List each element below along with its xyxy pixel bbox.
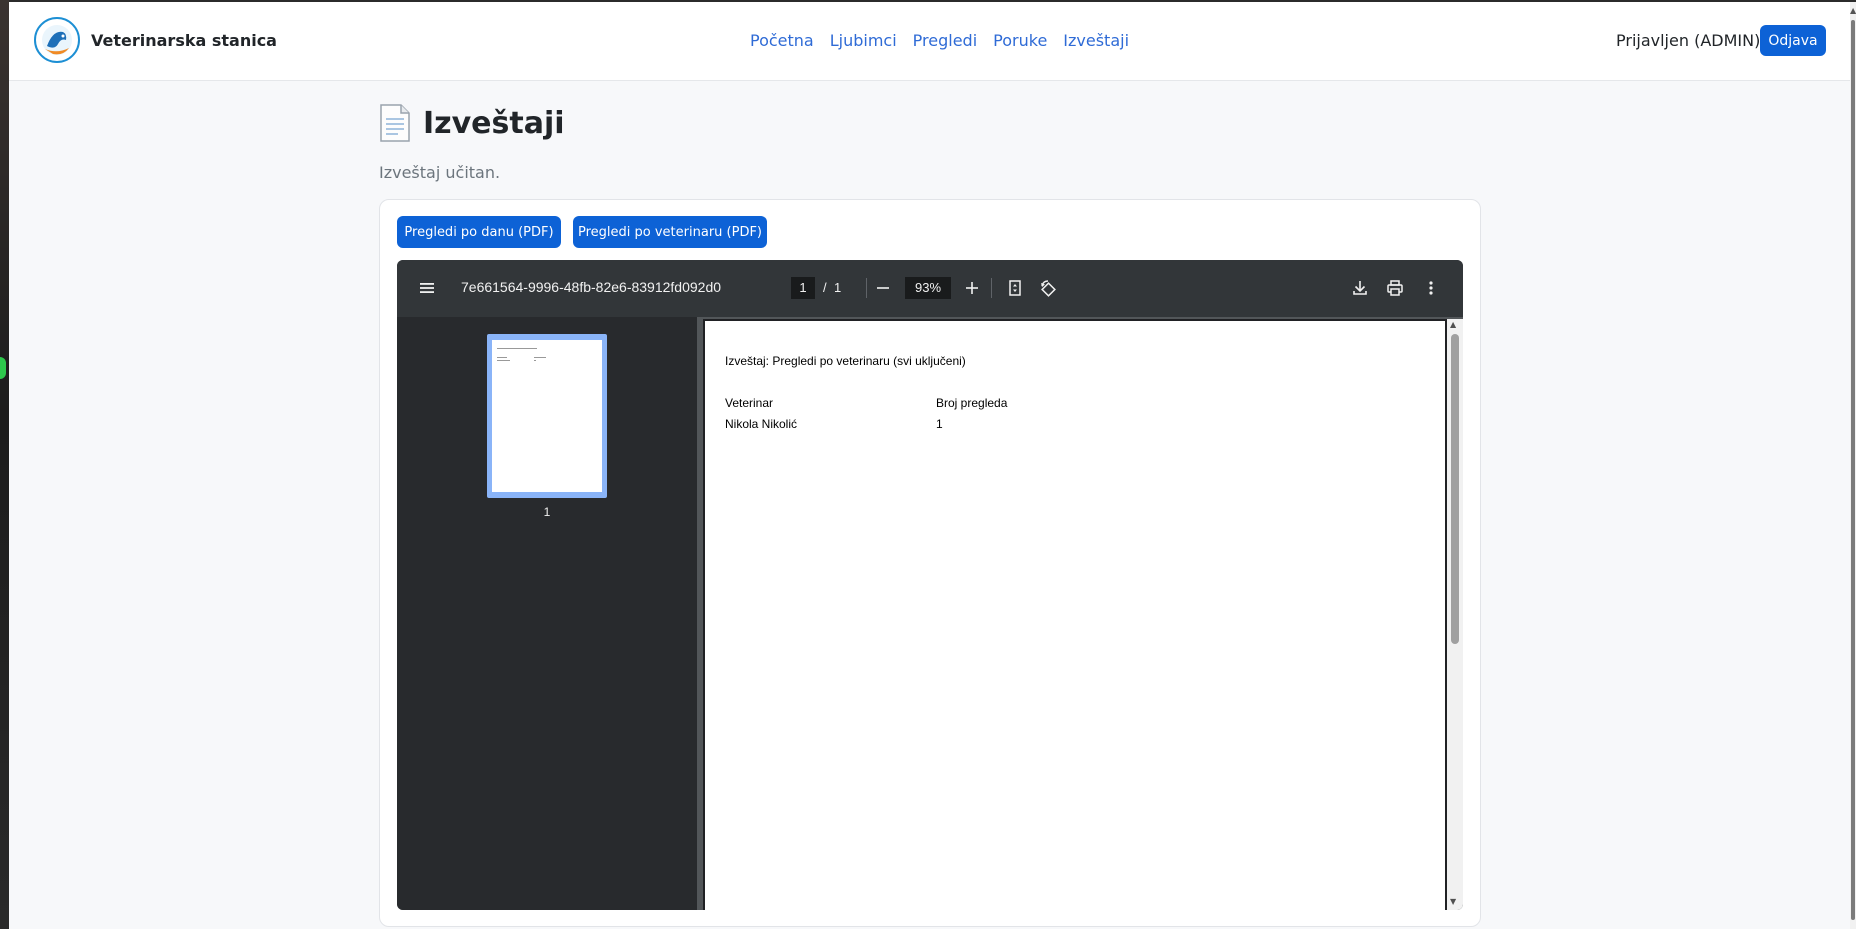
logged-in-user: Prijavljen (ADMIN) [1616,31,1761,50]
scroll-down-arrow-icon[interactable]: ▼ [1450,897,1456,906]
row-exam-count: 1 [936,417,943,431]
rotate-icon[interactable] [1038,278,1058,298]
zoom-level[interactable]: 93% [905,277,951,299]
page-title: Izveštaji [423,105,565,141]
report-title: Izveštaj: Pregledi po veterinaru (svi uk… [725,354,966,368]
toolbar-divider [991,278,992,298]
scroll-up-icon[interactable]: ▲ [1850,6,1856,15]
thumbnail-preview [497,348,546,361]
report-by-vet-button[interactable]: Pregledi po veterinaru (PDF) [573,216,767,248]
more-icon[interactable] [1421,278,1441,298]
report-card: Pregledi po danu (PDF) Pregledi po veter… [379,199,1481,927]
brand[interactable]: Veterinarska stanica [33,16,277,64]
download-icon[interactable] [1350,278,1370,298]
logout-button[interactable]: Odjava [1760,25,1826,56]
nav-link-messages[interactable]: Poruke [993,31,1047,50]
desktop-indicator [0,357,6,379]
document-name: 7e661564-9996-48fb-82e6-83912fd092d0 [461,279,722,295]
brand-name: Veterinarska stanica [91,30,277,50]
document-icon [380,104,410,142]
nav-link-home[interactable]: Početna [750,31,814,50]
page-separator: / [823,280,827,295]
page-scrollbar-thumb[interactable] [1851,20,1855,920]
nav-link-examinations[interactable]: Pregledi [913,31,977,50]
row-vet-name: Nikola Nikolić [725,417,798,431]
pdf-page: Izveštaj: Pregledi po veterinaru (svi uk… [703,319,1447,910]
column-header-count: Broj pregleda [936,396,1008,410]
pdf-scrollbar-thumb[interactable] [1451,334,1459,644]
nav-link-pets[interactable]: Ljubimci [830,31,897,50]
thumbnail-page [492,340,602,492]
fit-page-icon[interactable] [1005,278,1025,298]
navbar: Veterinarska stanica Početna Ljubimci Pr… [9,2,1850,81]
page-total: 1 [834,280,842,295]
toolbar-divider [866,278,867,298]
page-scrollbar[interactable]: ▲ [1850,2,1856,929]
pdf-scrollbar[interactable]: ▲ ▼ [1447,319,1463,910]
zoom-in-icon[interactable] [962,278,982,298]
menu-icon[interactable] [417,278,437,298]
report-by-day-button[interactable]: Pregledi po danu (PDF) [397,216,561,248]
column-header-vet: Veterinar [725,396,774,410]
main-nav: Početna Ljubimci Pregledi Poruke Izvešta… [750,31,1129,50]
scroll-up-arrow-icon[interactable]: ▲ [1450,320,1456,329]
zoom-out-icon[interactable] [873,278,893,298]
print-icon[interactable] [1385,278,1405,298]
thumbnail-sidebar: 1 [397,317,697,910]
page-header: Izveštaji [379,104,565,142]
pdf-viewer: 7e661564-9996-48fb-82e6-83912fd092d0 1 /… [397,260,1463,910]
desktop-edge [0,0,9,929]
page-number-input[interactable]: 1 [791,277,815,299]
thumbnail-page-number: 1 [543,505,551,519]
pdf-document-area: Izveštaj: Pregledi po veterinaru (svi uk… [697,317,1463,910]
page-thumbnail[interactable] [487,334,607,498]
pdf-toolbar: 7e661564-9996-48fb-82e6-83912fd092d0 1 /… [397,260,1463,317]
status-message: Izveštaj učitan. [379,163,501,182]
clinic-logo-icon [34,17,80,63]
nav-link-reports[interactable]: Izveštaji [1063,31,1129,50]
